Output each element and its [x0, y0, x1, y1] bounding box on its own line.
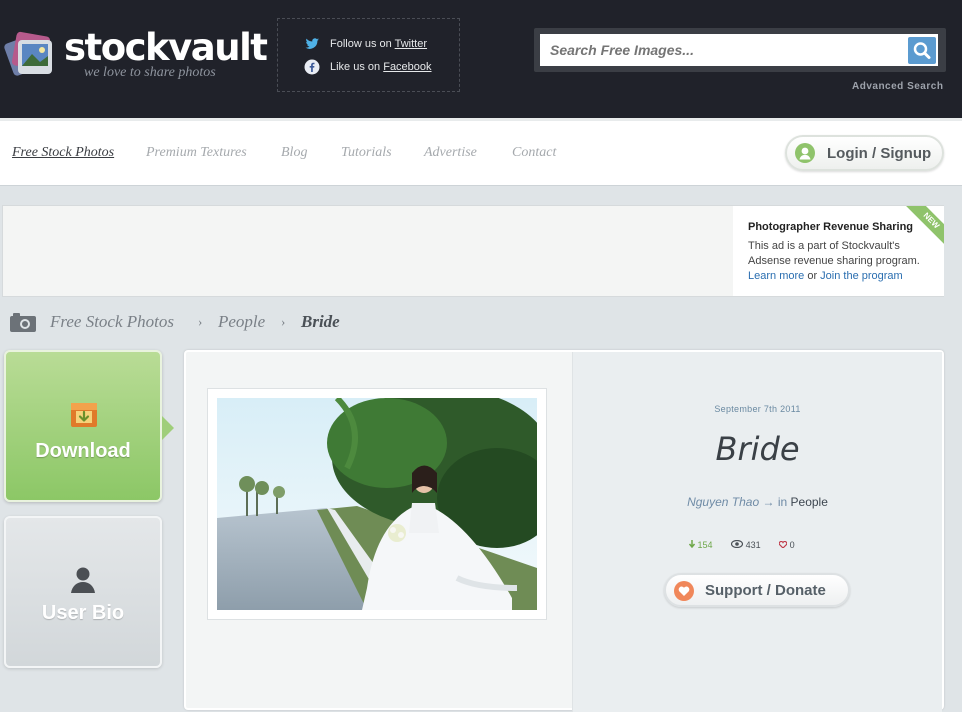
user-silhouette-icon: [71, 567, 95, 593]
user-bio-label: User Bio: [41, 602, 125, 624]
site-logo[interactable]: stockvault we love to share photos: [4, 26, 268, 86]
ad-banner: NEW Photographer Revenue Sharing This ad…: [2, 205, 944, 297]
user-icon: [795, 143, 815, 163]
learn-more-link[interactable]: Learn more: [748, 270, 804, 282]
facebook-prefix: Like us on: [330, 61, 381, 73]
photo-date: September 7th 2011: [714, 404, 801, 414]
logo-photos-icon: [4, 31, 52, 76]
site-header: stockvault we love to share photos Follo…: [0, 0, 962, 118]
photo-frame: [207, 388, 547, 620]
main-nav: Free Stock Photos Premium Textures Blog …: [0, 118, 962, 186]
login-signup-label: Login / Signup: [827, 145, 932, 162]
nav-blog[interactable]: Blog: [281, 145, 307, 161]
photo-card: September 7th 2011 Bride Nguyen Thao → i…: [184, 350, 944, 712]
heart-icon: [778, 540, 788, 549]
facebook-link[interactable]: Facebook: [383, 61, 431, 73]
photo-title: Bride: [715, 430, 800, 468]
download-pointer: [162, 416, 174, 440]
twitter-prefix: Follow us on: [330, 38, 392, 50]
ad-or: or: [807, 270, 818, 282]
social-box: Follow us on Twitter Like us on Facebook: [277, 18, 460, 92]
photo-stats: 154 431 0: [688, 539, 811, 550]
download-box-icon: [71, 403, 97, 427]
search-icon: [913, 42, 931, 59]
views-stat: 431: [730, 539, 761, 550]
search-bar: [534, 28, 946, 72]
breadcrumb-people[interactable]: People: [218, 312, 265, 332]
downloads-count: 154: [697, 540, 713, 550]
nav-contact[interactable]: Contact: [512, 145, 556, 161]
photo-meta-panel: September 7th 2011 Bride Nguyen Thao → i…: [573, 352, 942, 712]
camera-icon: [10, 313, 36, 332]
nav-premium-textures[interactable]: Premium Textures: [146, 145, 247, 161]
likes-stat[interactable]: 0: [778, 540, 795, 550]
search-button[interactable]: [908, 37, 936, 64]
advanced-search-link[interactable]: Advanced Search: [852, 81, 943, 92]
nav-free-stock-photos[interactable]: Free Stock Photos: [12, 145, 114, 161]
download-label: Download: [35, 440, 131, 462]
revenue-sharing-panel: NEW Photographer Revenue Sharing This ad…: [733, 206, 944, 296]
logo-wordmark: stockvault: [64, 26, 268, 69]
photo-author-line: Nguyen Thao → in People: [573, 495, 942, 509]
ad-title: Photographer Revenue Sharing: [748, 221, 914, 233]
ad-description: This ad is a part of Stockvault's Adsens…: [748, 240, 920, 267]
twitter-follow: Follow us on Twitter: [304, 36, 427, 52]
downloads-stat: 154: [688, 540, 713, 550]
bride-photo[interactable]: [217, 398, 537, 610]
breadcrumb-separator: ›: [198, 314, 203, 329]
join-program-link[interactable]: Join the program: [820, 270, 903, 282]
download-button[interactable]: Download: [4, 350, 162, 502]
views-count: 431: [745, 540, 761, 550]
eye-icon: [730, 539, 744, 549]
logo-tagline: we love to share photos: [84, 65, 216, 80]
user-bio-button[interactable]: User Bio: [4, 516, 162, 668]
nav-tutorials[interactable]: Tutorials: [341, 145, 392, 161]
author-arrow: → in: [762, 495, 788, 509]
facebook-icon: [304, 59, 320, 75]
breadcrumb-current: Bride: [301, 312, 340, 331]
heart-donate-icon: [674, 581, 694, 601]
download-arrow-icon: [688, 540, 696, 549]
breadcrumb-free-stock-photos[interactable]: Free Stock Photos: [50, 312, 174, 332]
twitter-icon: [305, 38, 319, 49]
breadcrumb-separator: ›: [281, 314, 286, 329]
support-donate-button[interactable]: Support / Donate: [664, 573, 850, 607]
nav-advertise[interactable]: Advertise: [424, 145, 477, 161]
search-input[interactable]: [540, 34, 938, 66]
likes-count: 0: [789, 540, 795, 550]
author-link[interactable]: Nguyen Thao: [687, 495, 759, 509]
twitter-link[interactable]: Twitter: [395, 38, 427, 50]
category-link[interactable]: People: [791, 495, 828, 509]
support-donate-label: Support / Donate: [705, 582, 826, 599]
facebook-like: Like us on Facebook: [304, 59, 432, 75]
ad-links: Learn more or Join the program: [748, 270, 903, 282]
login-signup-button[interactable]: Login / Signup: [785, 135, 944, 171]
